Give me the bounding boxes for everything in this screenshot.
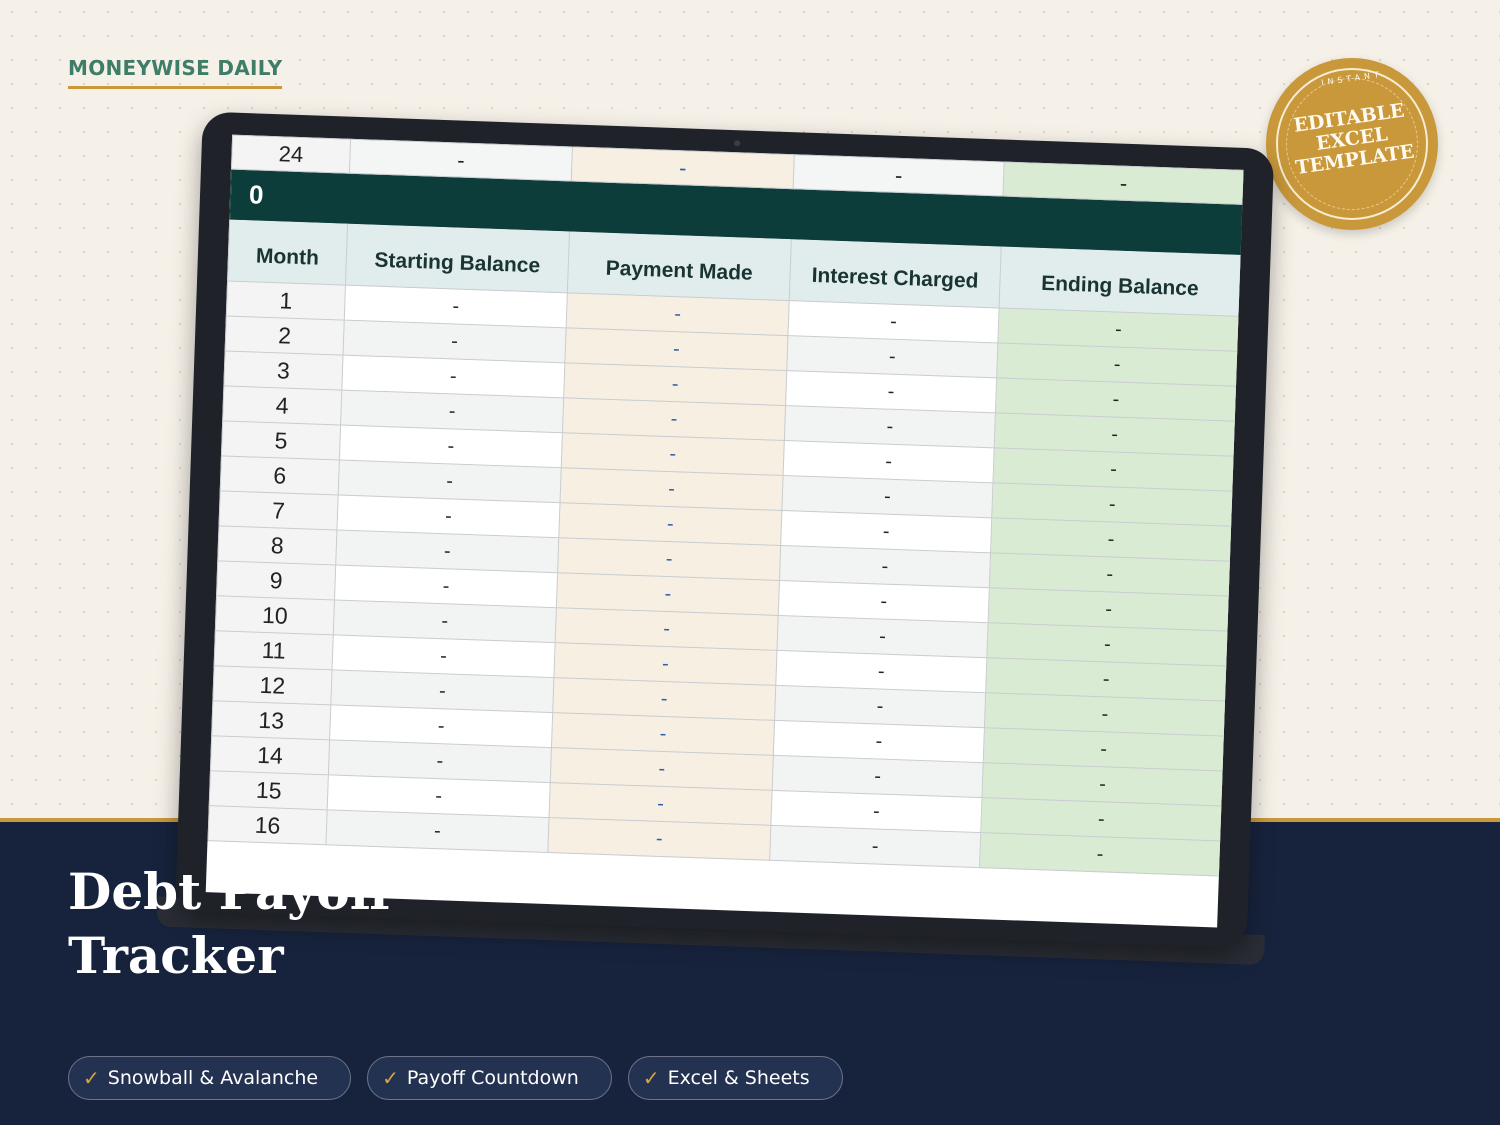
month-cell[interactable]: 2: [225, 315, 345, 356]
title-line-2: Tracker: [68, 926, 284, 985]
month-cell[interactable]: 6: [220, 455, 340, 496]
chip-label: Excel & Sheets: [667, 1067, 810, 1089]
month-cell[interactable]: 13: [211, 700, 331, 740]
month-cell[interactable]: 11: [214, 630, 334, 670]
month-cell[interactable]: 24: [231, 135, 351, 174]
debt-payoff-sheet: 24 - - - - 0 Month Starting Balance Paym…: [207, 135, 1244, 877]
month-cell[interactable]: 3: [223, 350, 344, 391]
month-cell[interactable]: 1: [226, 281, 346, 321]
month-cell[interactable]: 8: [217, 525, 337, 565]
brand-logo: MONEYWISE DAILY: [68, 56, 283, 89]
payment-made-cell[interactable]: -: [547, 817, 771, 861]
month-cell[interactable]: 14: [210, 735, 330, 775]
starting-balance-cell[interactable]: -: [325, 809, 550, 853]
chip-label: Payoff Countdown: [406, 1067, 579, 1089]
check-icon: ✓: [83, 1066, 100, 1090]
header-interest-charged[interactable]: Interest Charged: [789, 238, 1002, 308]
month-cell[interactable]: 15: [209, 770, 329, 810]
laptop-lid: 24 - - - - 0 Month Starting Balance Paym…: [175, 111, 1275, 949]
feature-chips: ✓ Snowball & Avalanche ✓ Payoff Countdow…: [68, 1056, 843, 1100]
header-starting-balance[interactable]: Starting Balance: [345, 223, 570, 293]
feature-chip-countdown: ✓ Payoff Countdown: [367, 1056, 612, 1100]
month-cell[interactable]: 12: [212, 665, 333, 705]
chip-label: Snowball & Avalanche: [107, 1067, 319, 1089]
ending-balance-cell[interactable]: -: [979, 832, 1221, 876]
header-payment-made[interactable]: Payment Made: [567, 230, 792, 301]
laptop-screen: 24 - - - - 0 Month Starting Balance Paym…: [205, 134, 1244, 928]
header-ending-balance[interactable]: Ending Balance: [999, 245, 1242, 317]
month-cell[interactable]: 7: [218, 490, 339, 530]
title-line-1: Debt Payoff: [68, 862, 391, 921]
feature-chip-snowball: ✓ Snowball & Avalanche: [68, 1056, 352, 1100]
feature-chip-excel-sheets: ✓ Excel & Sheets: [627, 1056, 843, 1100]
camera-icon: [734, 140, 741, 147]
header-month[interactable]: Month: [227, 219, 348, 286]
month-cell[interactable]: 5: [221, 420, 341, 461]
check-icon: ✓: [642, 1066, 660, 1090]
laptop-mockup: 24 - - - - 0 Month Starting Balance Paym…: [156, 111, 1275, 987]
check-icon: ✓: [382, 1066, 399, 1090]
instant-template-badge: INSTANT EDITABLE EXCEL TEMPLATE: [1266, 58, 1438, 230]
interest-charged-cell[interactable]: -: [769, 825, 981, 868]
data-rows: 1----2----3----4----5----6----7----8----…: [208, 281, 1239, 876]
month-cell[interactable]: 10: [215, 595, 335, 635]
page-title: Debt Payoff Tracker: [68, 860, 391, 988]
month-cell[interactable]: 9: [216, 560, 336, 600]
month-cell[interactable]: 16: [208, 805, 328, 845]
month-cell[interactable]: 4: [222, 385, 342, 426]
